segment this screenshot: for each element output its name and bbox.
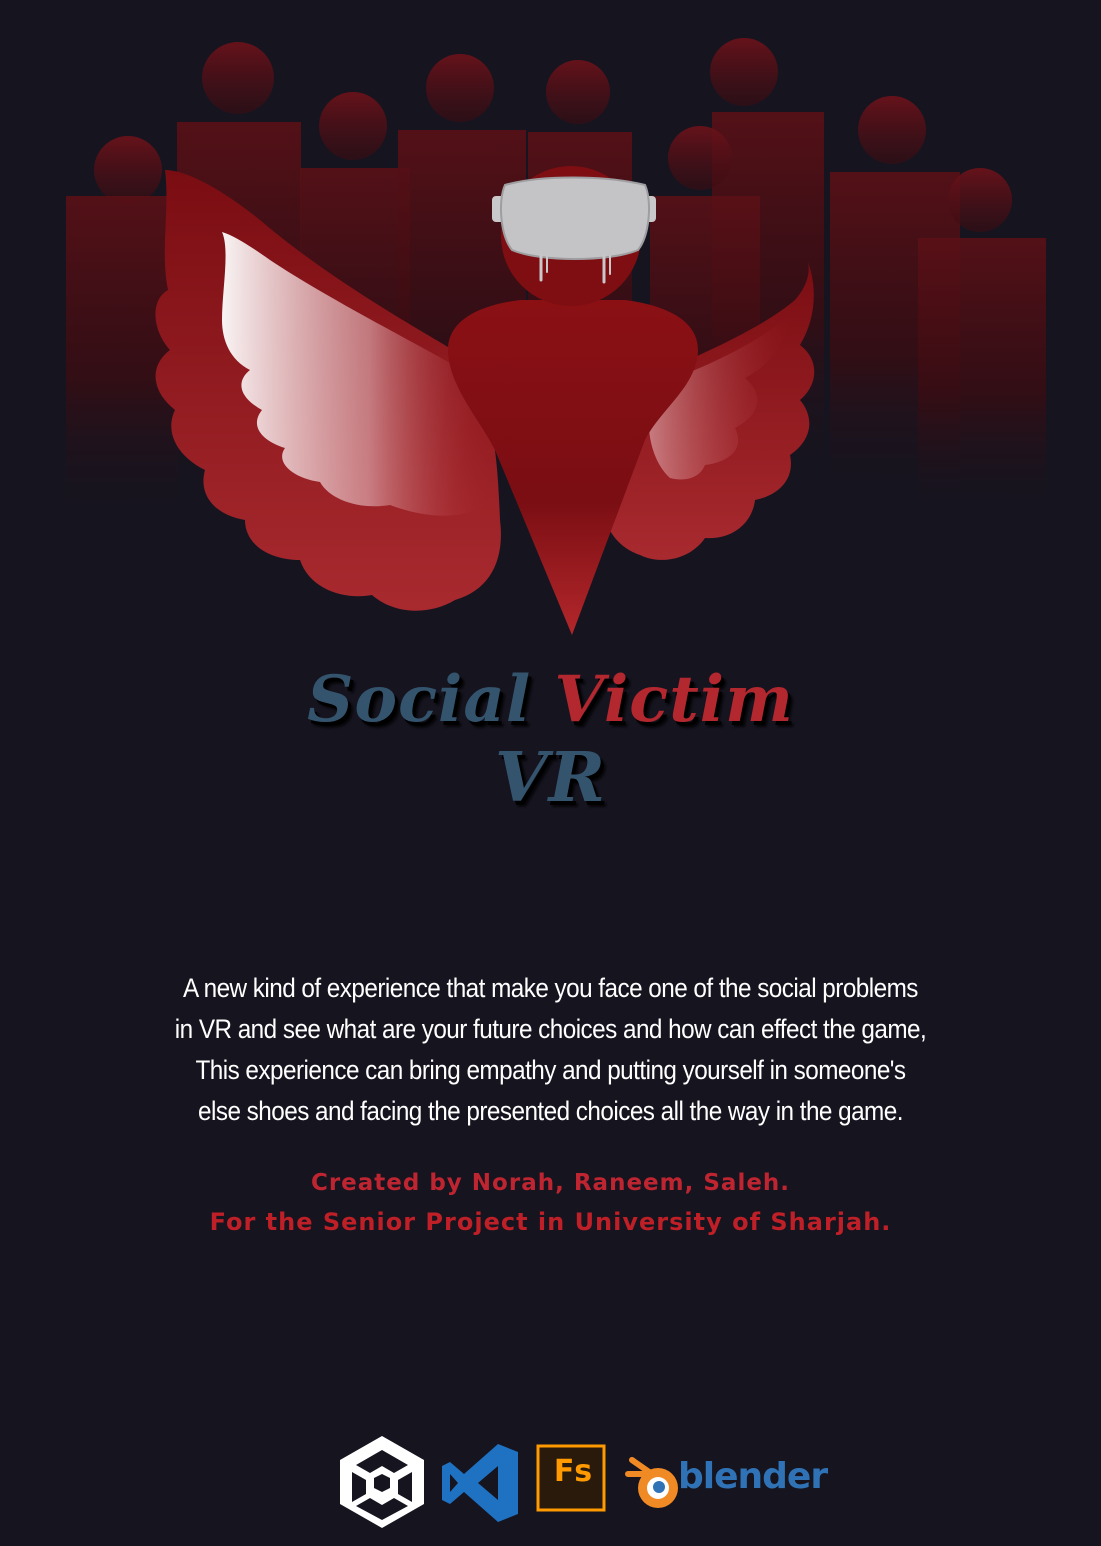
title-word-vr: VR <box>494 738 607 818</box>
description-line: in VR and see what are your future choic… <box>174 1014 927 1044</box>
title-word-social: Social <box>307 662 532 737</box>
title-word-victim: Victim <box>554 662 794 737</box>
blender-icon <box>625 1457 678 1508</box>
credits-authors: Created by Norah, Raneem, Saleh. <box>310 1170 791 1196</box>
credits-project: For the Senior Project in University of … <box>209 1208 892 1236</box>
description-line: A new kind of experience that make you f… <box>183 973 918 1003</box>
description-line: This experience can bring empathy and pu… <box>195 1055 906 1085</box>
game-title: Social Victim <box>0 662 1101 737</box>
tool-logos: Fs blender <box>332 1432 828 1532</box>
game-subtitle: VR <box>0 738 1101 818</box>
visual-studio-icon <box>442 1444 518 1522</box>
unity-icon <box>340 1436 424 1528</box>
fuse-label: Fs <box>553 1454 593 1489</box>
blender-label: blender <box>678 1456 828 1497</box>
game-description: A new kind of experience that make you f… <box>145 968 956 1132</box>
description-line: else shoes and facing the presented choi… <box>198 1096 903 1126</box>
